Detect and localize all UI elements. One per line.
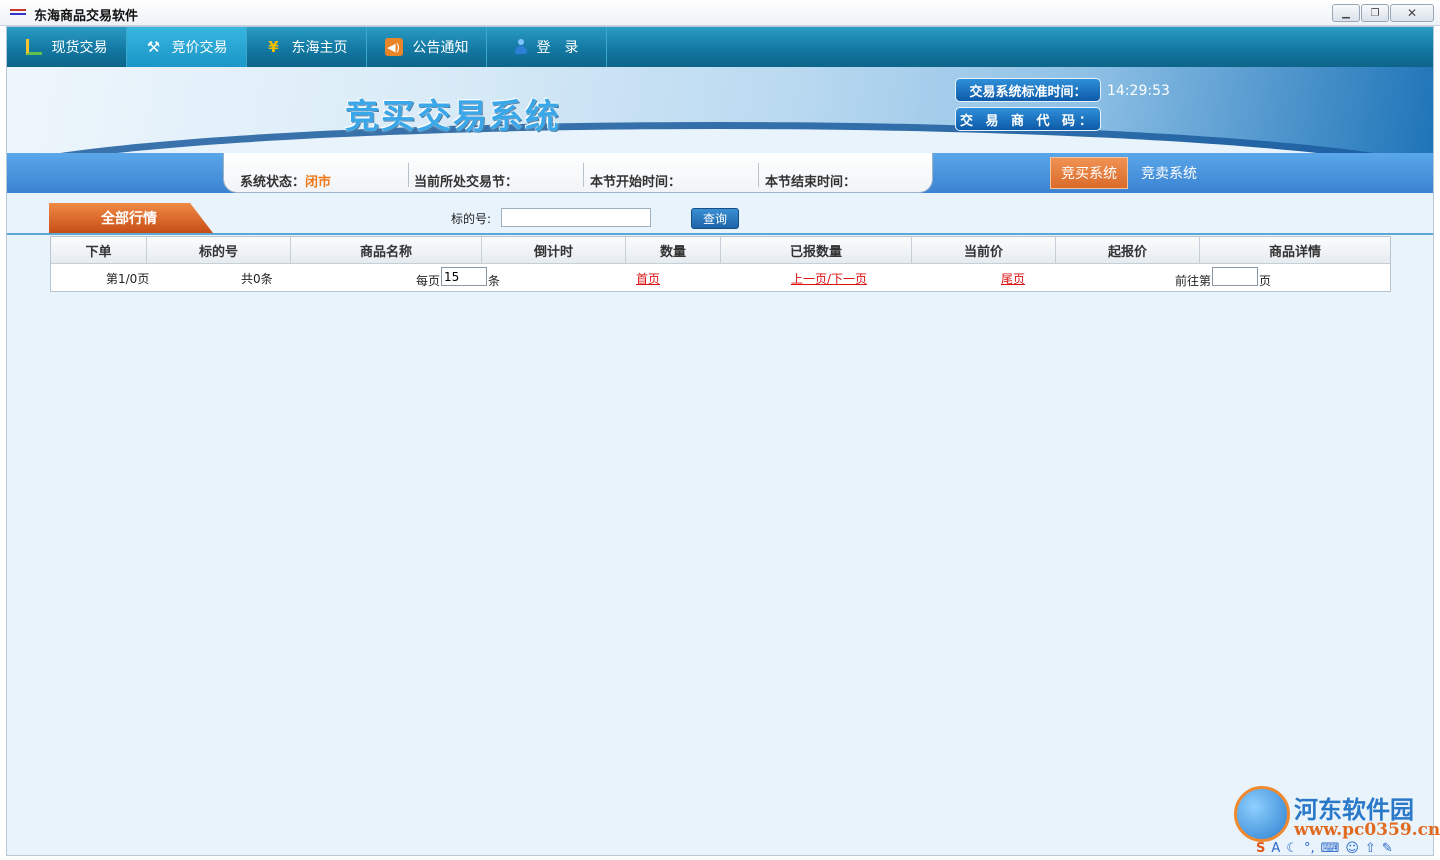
yen-icon: ¥ [268,38,279,56]
goto-page-input[interactable] [1212,267,1258,286]
tab-buy-system[interactable]: 竞买系统 [1050,157,1128,189]
nav-item-label: 东海主页 [291,40,348,56]
table-header: 下单 标的号 商品名称 倒计时 数量 已报数量 当前价 起报价 商品详情 [51,237,1390,264]
goto-page-unit: 页 [1259,274,1272,288]
quotes-table: 下单 标的号 商品名称 倒计时 数量 已报数量 当前价 起报价 商品详情 第1/… [50,236,1391,292]
app-frame: 现货交易 ⚒ 竞价交易 ¥ 东海主页 ◀) 公告通知 登 录 竞买交易系统 交易… [6,26,1434,856]
pagination: 第1/0页 共0条 每页 条 首页 上一页/下一页 尾页 前往第 页 [51,264,1390,291]
ime-punct-icon[interactable]: °, [1304,841,1315,856]
column-header-quantity[interactable]: 数量 [626,237,721,264]
column-header-starting-price[interactable]: 起报价 [1056,237,1200,264]
first-page-link[interactable]: 首页 [636,270,660,287]
close-icon[interactable]: ✕ [1390,4,1434,22]
section-start-time-label: 本节开始时间： [590,175,682,190]
per-page-input[interactable] [441,267,487,286]
target-number-input[interactable] [501,208,651,227]
window-controls: ▁ ❐ ✕ [1331,4,1434,22]
speaker-icon: ◀) [384,38,403,56]
nav-item-label: 公告通知 [412,40,469,56]
ime-user-icon[interactable]: ☺ [1345,841,1359,856]
tab-sell-system[interactable]: 竞卖系统 [1131,157,1207,189]
system-state-value: 闭市 [305,175,332,190]
prev-next-page-link[interactable]: 上一页/下一页 [791,270,867,287]
goto-page-label: 前往第 [1175,274,1212,288]
divider [758,163,759,187]
divider [583,163,584,187]
nav-item-label: 竞价交易 [171,40,228,56]
per-page-unit: 条 [488,274,501,288]
page-info: 第1/0页 [106,272,150,286]
ime-mode-icon[interactable]: A [1271,841,1280,856]
divider [408,163,409,187]
query-button[interactable]: 查询 [691,208,739,229]
user-icon [514,39,527,55]
tab-all-quotes[interactable]: 全部行情 [49,203,213,233]
nav-item-login[interactable]: 登 录 [487,27,607,67]
total-count: 共0条 [241,272,273,286]
divider [7,233,1433,235]
gavel-icon: ⚒ [146,38,161,56]
maximize-icon[interactable]: ❐ [1361,4,1389,22]
column-header-order[interactable]: 下单 [51,237,147,264]
ime-toolbar: S A ☾ °, ⌨ ☺ ⇧ ✎ [1256,838,1438,858]
watermark-url: www.pc0359.cn [1294,820,1440,840]
nav-item-announcements[interactable]: ◀) 公告通知 [367,27,487,67]
column-header-product-details[interactable]: 商品详情 [1200,237,1390,264]
keyboard-icon[interactable]: ⌨ [1321,841,1340,856]
nav-item-label: 现货交易 [51,40,108,56]
window-title: 东海商品交易软件 [34,9,139,24]
column-header-countdown[interactable]: 倒计时 [482,237,626,264]
standard-time-value: 14:29:53 [1107,83,1170,99]
current-section-label: 当前所处交易节： [414,175,519,190]
trader-code-label: 交 易 商 代 码： [955,107,1101,131]
status-bar: 系统状态：闭市 当前所处交易节： 本节开始时间： 本节结束时间： 竞买系统 竞卖… [7,153,1433,193]
target-number-label: 标的号: [451,212,492,226]
section-end-time-label: 本节结束时间： [765,175,857,190]
header-banner: 竞买交易系统 交易系统标准时间： 14:29:53 交 易 商 代 码： [7,67,1433,153]
chart-icon [25,39,42,55]
system-state-label: 系统状态： [240,175,306,190]
system-state: 系统状态：闭市 [240,171,331,190]
system-title: 竞买交易系统 [345,97,561,137]
standard-time-label: 交易系统标准时间： [955,78,1101,102]
nav-item-spot-trading[interactable]: 现货交易 [7,27,127,67]
column-header-reported-quantity[interactable]: 已报数量 [721,237,912,264]
watermark: 河东软件园 www.pc0359.cn [1234,786,1440,846]
per-page-label: 每页 [416,274,441,288]
app-logo-icon [10,9,26,15]
ime-tools-icon[interactable]: ✎ [1382,841,1393,856]
ime-shirt-icon[interactable]: ⇧ [1365,841,1376,856]
watermark-logo-icon [1234,786,1290,842]
ime-moon-icon[interactable]: ☾ [1286,841,1298,856]
minimize-icon[interactable]: ▁ [1332,4,1360,22]
column-header-target-number[interactable]: 标的号 [147,237,291,264]
window-titlebar: 东海商品交易软件 ▁ ❐ ✕ [0,0,1440,26]
nav-item-bidding-trading[interactable]: ⚒ 竞价交易 [127,27,247,67]
last-page-link[interactable]: 尾页 [1001,270,1025,287]
nav-item-label: 登 录 [536,40,579,56]
column-header-current-price[interactable]: 当前价 [912,237,1056,264]
status-panel: 系统状态：闭市 当前所处交易节： 本节开始时间： 本节结束时间： [223,153,933,193]
column-header-product-name[interactable]: 商品名称 [291,237,482,264]
ime-logo-icon[interactable]: S [1256,841,1265,856]
nav-item-homepage[interactable]: ¥ 东海主页 [247,27,367,67]
main-nav: 现货交易 ⚒ 竞价交易 ¥ 东海主页 ◀) 公告通知 登 录 [7,27,1433,67]
